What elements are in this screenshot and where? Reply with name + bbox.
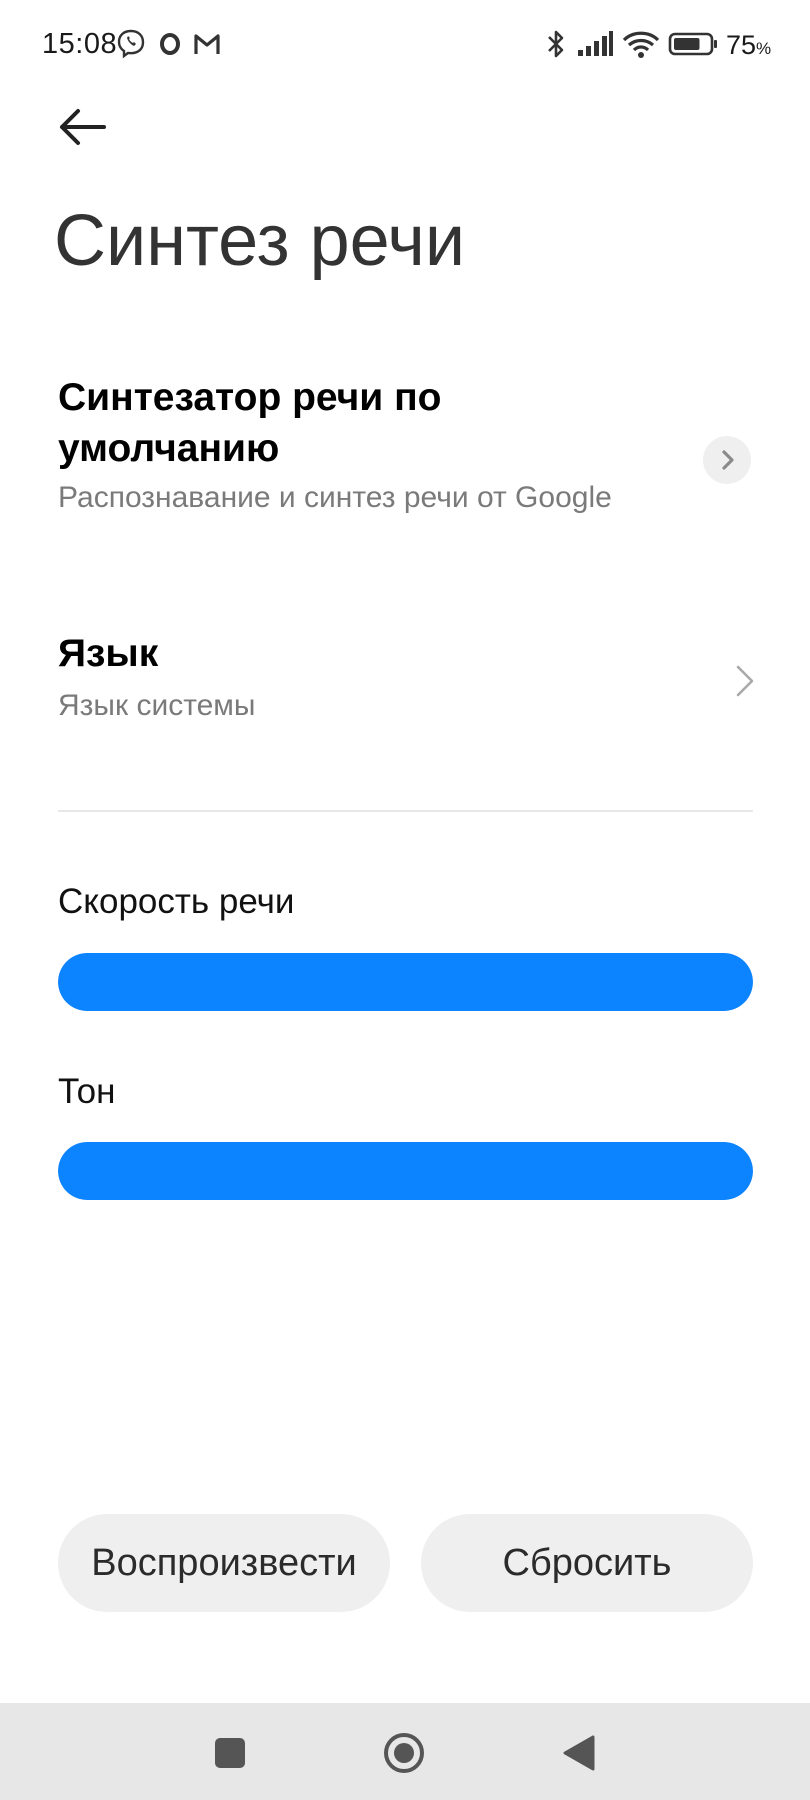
language-title: Язык bbox=[58, 632, 159, 675]
status-time: 15:08 bbox=[42, 28, 118, 60]
speech-rate-slider-fill bbox=[58, 953, 753, 1011]
circle-icon bbox=[384, 1733, 424, 1773]
default-engine-title: Синтезатор речи по умолчанию bbox=[58, 376, 442, 470]
chevron-right-icon bbox=[736, 665, 754, 697]
battery-icon bbox=[668, 32, 717, 56]
pitch-slider[interactable] bbox=[58, 1142, 753, 1200]
chevron-right-icon bbox=[703, 436, 751, 484]
divider bbox=[58, 810, 753, 812]
page-title: Синтез речи bbox=[54, 201, 466, 281]
default-engine-subtitle: Распознавание и синтез речи от Google bbox=[58, 481, 612, 514]
status-bar: 15:08 75% bbox=[0, 0, 810, 92]
signal-icon bbox=[578, 31, 613, 56]
triangle-back-icon bbox=[563, 1735, 595, 1771]
default-engine-setting[interactable]: Синтезатор речи по умолчанию Распознаван… bbox=[0, 368, 810, 568]
language-setting[interactable]: Язык Язык системы bbox=[0, 625, 810, 735]
recent-apps-button[interactable] bbox=[202, 1725, 258, 1781]
battery-percent: 75% bbox=[726, 30, 772, 60]
language-subtitle: Язык системы bbox=[58, 689, 256, 722]
arrow-left-icon bbox=[60, 109, 106, 145]
viber-icon bbox=[117, 29, 145, 59]
home-button[interactable] bbox=[376, 1725, 432, 1781]
pitch-slider-fill bbox=[58, 1142, 753, 1200]
play-button[interactable]: Воспроизвести bbox=[58, 1514, 390, 1612]
speech-rate-slider[interactable] bbox=[58, 953, 753, 1011]
gmail-icon bbox=[194, 34, 220, 54]
opera-icon bbox=[160, 33, 180, 55]
navigation-bar bbox=[0, 1703, 810, 1800]
speech-rate-label: Скорость речи bbox=[58, 882, 295, 921]
back-button[interactable] bbox=[48, 96, 118, 158]
wifi-icon bbox=[622, 31, 660, 58]
bluetooth-icon bbox=[548, 30, 564, 58]
nav-back-button[interactable] bbox=[551, 1725, 607, 1781]
reset-button[interactable]: Сбросить bbox=[421, 1514, 753, 1612]
pitch-label: Тон bbox=[58, 1072, 116, 1111]
square-icon bbox=[215, 1738, 245, 1768]
